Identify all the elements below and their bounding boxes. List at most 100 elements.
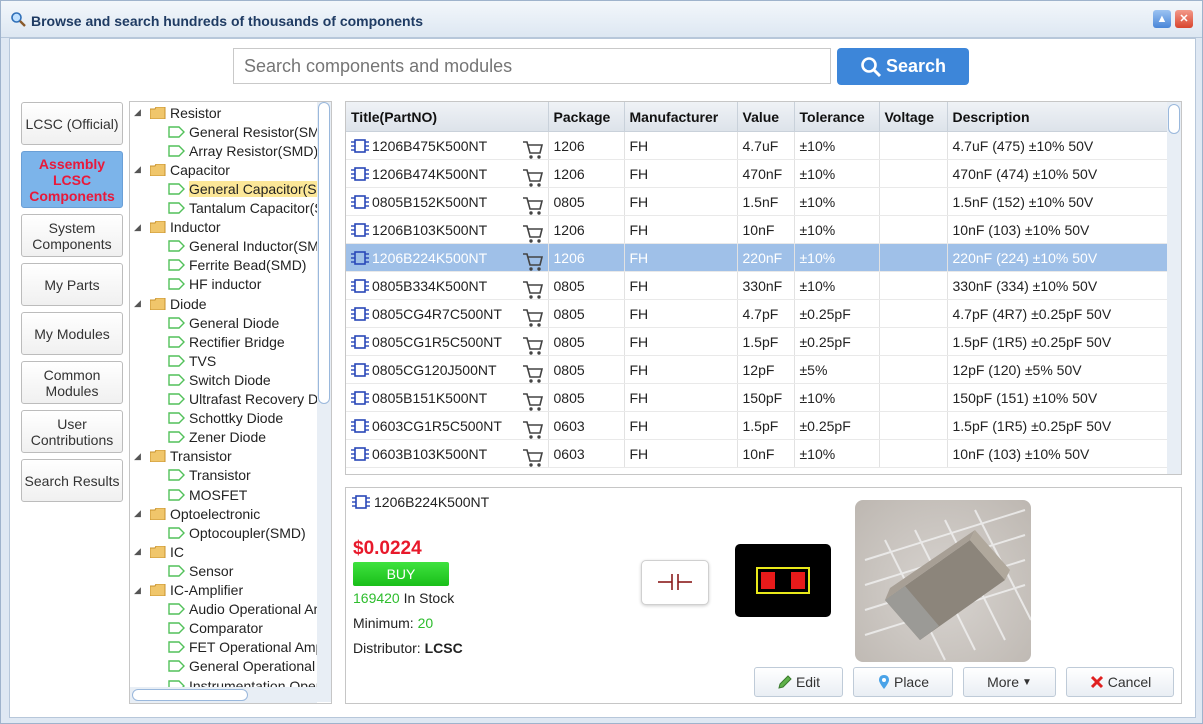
category-button[interactable]: Search Results (21, 459, 123, 502)
tree-item[interactable]: Array Resistor(SMD) (168, 141, 318, 160)
table-row[interactable]: 0805CG1R5C500NT 0805 FH 1.5pF ±0.25pF 1.5pF (… (346, 327, 1169, 356)
cart-icon[interactable] (522, 392, 544, 411)
tree-item[interactable]: General Operational Amplifier (168, 657, 331, 676)
cell-part[interactable]: 0805B152K500NT (346, 187, 549, 216)
tree-item[interactable]: Rectifier Bridge (168, 332, 285, 351)
tree-item[interactable]: General Capacitor(SMD) (168, 179, 331, 198)
category-button[interactable]: LCSC (Official) (21, 102, 123, 145)
tree-item[interactable]: TVS (168, 351, 216, 370)
cell-part[interactable]: 0805B151K500NT (346, 383, 549, 412)
tree-folder[interactable]: ◢ Diode (134, 294, 207, 313)
tree-folder[interactable]: ◢ Transistor (134, 447, 232, 466)
category-button[interactable]: User Contributions (21, 410, 123, 453)
search-input[interactable] (233, 48, 831, 84)
cart-icon[interactable] (522, 308, 544, 327)
title-bar[interactable]: Browse and search hundreds of thousands … (1, 1, 1202, 38)
cart-icon[interactable] (522, 448, 544, 467)
column-header[interactable]: Voltage (879, 102, 948, 132)
collapse-arrow-icon[interactable]: ◢ (134, 585, 144, 596)
tree-item[interactable]: Switch Diode (168, 370, 271, 389)
table-scroll-thumb[interactable] (1168, 104, 1180, 134)
cell-part[interactable]: 0603B103K500NT (346, 439, 549, 468)
tree-item[interactable]: Sensor (168, 561, 233, 580)
table-row[interactable]: 0603B103K500NT 0603 FH 10nF ±10% 10nF (103) ±… (346, 439, 1169, 468)
tree-item[interactable]: General Diode (168, 313, 279, 332)
category-button[interactable]: My Modules (21, 312, 123, 355)
table-row[interactable]: 0805B334K500NT 0805 FH 330nF ±10% 330nF (334)… (346, 271, 1169, 300)
column-header[interactable]: Tolerance (794, 102, 880, 132)
cart-icon[interactable] (522, 196, 544, 215)
cell-part[interactable]: 1206B474K500NT (346, 159, 549, 188)
cart-icon[interactable] (522, 140, 544, 159)
table-row[interactable]: 1206B103K500NT 1206 FH 10nF ±10% 10nF (103) ±… (346, 215, 1169, 244)
table-row[interactable]: 0805CG120J500NT 0805 FH 12pF ±5% 12pF (120) ±… (346, 355, 1169, 384)
cell-part[interactable]: 1206B224K500NT (346, 243, 549, 272)
tree-item[interactable]: Tantalum Capacitor(SMD) (168, 199, 331, 218)
cart-icon[interactable] (522, 224, 544, 243)
tree-item[interactable]: MOSFET (168, 485, 247, 504)
tree-item[interactable]: General Resistor(SMD) (168, 122, 331, 141)
column-header[interactable]: Value (737, 102, 795, 132)
column-header[interactable]: Manufacturer (624, 102, 738, 132)
table-row[interactable]: 1206B475K500NT 1206 FH 4.7uF ±10% 4.7uF (475)… (346, 131, 1169, 160)
tree-item[interactable]: Comparator (168, 619, 263, 638)
collapse-arrow-icon[interactable]: ◢ (134, 164, 144, 175)
column-header[interactable]: Title(PartNO) (346, 102, 549, 132)
tree-item[interactable]: FET Operational Amplifier (168, 638, 331, 657)
category-tree[interactable]: ◢ Resistor General Resistor(SMD) Array Resi… (129, 101, 332, 704)
collapse-arrow-icon[interactable]: ◢ (134, 107, 144, 118)
cell-part[interactable]: 0805CG1R5C500NT (346, 327, 549, 356)
cancel-button[interactable]: Cancel (1066, 667, 1174, 697)
table-row[interactable]: 1206B224K500NT 1206 FH 220nF ±10% 220nF (224)… (346, 243, 1169, 272)
category-button[interactable]: System Components (21, 214, 123, 257)
minimize-button[interactable]: ▲ (1153, 10, 1171, 28)
tree-item[interactable]: Schottky Diode (168, 409, 283, 428)
cart-icon[interactable] (522, 168, 544, 187)
cell-part[interactable]: 0805CG4R7C500NT (346, 299, 549, 328)
collapse-arrow-icon[interactable]: ◢ (134, 222, 144, 233)
cell-part[interactable]: 1206B475K500NT (346, 131, 549, 160)
table-row[interactable]: 0805CG4R7C500NT 0805 FH 4.7pF ±0.25pF 4.7pF (… (346, 299, 1169, 328)
tree-horizontal-scrollbar[interactable] (130, 687, 317, 703)
category-button[interactable]: Assembly LCSC Components (21, 151, 123, 208)
tree-hscroll-thumb[interactable] (132, 689, 248, 701)
buy-button[interactable]: BUY (353, 562, 449, 586)
collapse-arrow-icon[interactable]: ◢ (134, 546, 144, 557)
tree-folder[interactable]: ◢ Inductor (134, 218, 221, 237)
table-row[interactable]: 0805B151K500NT 0805 FH 150pF ±10% 150pF (151)… (346, 383, 1169, 412)
schematic-symbol-preview[interactable] (641, 560, 709, 605)
table-row[interactable]: 0805B152K500NT 0805 FH 1.5nF ±10% 1.5nF (152)… (346, 187, 1169, 216)
cart-icon[interactable] (522, 420, 544, 439)
tree-folder[interactable]: ◢ Resistor (134, 103, 221, 122)
collapse-arrow-icon[interactable]: ◢ (134, 508, 144, 519)
cart-icon[interactable] (522, 364, 544, 383)
collapse-arrow-icon[interactable]: ◢ (134, 451, 144, 462)
tree-item[interactable]: Ultrafast Recovery Diode (168, 390, 331, 409)
close-button[interactable]: ✕ (1175, 10, 1193, 28)
footprint-preview[interactable] (735, 544, 831, 617)
table-vertical-scrollbar[interactable] (1167, 102, 1181, 474)
tree-folder[interactable]: ◢ IC (134, 542, 184, 561)
search-button[interactable]: Search (837, 48, 969, 85)
tree-item[interactable]: Audio Operational Amplifier (168, 600, 331, 619)
cell-part[interactable]: 0603CG1R5C500NT (346, 411, 549, 440)
column-header[interactable]: Package (548, 102, 625, 132)
cart-icon[interactable] (522, 336, 544, 355)
more-button[interactable]: More ▼ (963, 667, 1056, 697)
tree-scroll-thumb[interactable] (318, 102, 330, 404)
column-header[interactable]: Description (947, 102, 1169, 132)
cart-icon[interactable] (522, 252, 544, 271)
category-button[interactable]: Common Modules (21, 361, 123, 404)
tree-item[interactable]: Zener Diode (168, 428, 266, 447)
tree-item[interactable]: Optocoupler(SMD) (168, 523, 306, 542)
tree-item[interactable]: HF inductor (168, 275, 261, 294)
cell-part[interactable]: 0805B334K500NT (346, 271, 549, 300)
cell-part[interactable]: 1206B103K500NT (346, 215, 549, 244)
tree-item[interactable]: Ferrite Bead(SMD) (168, 256, 306, 275)
tree-item[interactable]: General Inductor(SMD) (168, 237, 331, 256)
category-button[interactable]: My Parts (21, 263, 123, 306)
tree-item[interactable]: Transistor (168, 466, 251, 485)
table-row[interactable]: 0603CG1R5C500NT 0603 FH 1.5pF ±0.25pF 1.5pF (… (346, 411, 1169, 440)
tree-folder[interactable]: ◢ IC-Amplifier (134, 581, 243, 600)
collapse-arrow-icon[interactable]: ◢ (134, 298, 144, 309)
